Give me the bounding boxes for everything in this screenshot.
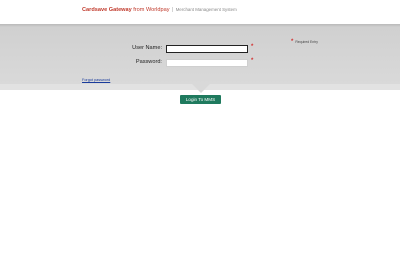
password-input[interactable] <box>166 59 248 67</box>
brand-name: Cardsave Gateway <box>82 7 132 13</box>
brand-subtitle: Merchant Management System <box>175 7 237 12</box>
login-button[interactable]: Login To MMS <box>180 95 221 104</box>
login-page: Cardsave Gateway from Worldpay | Merchan… <box>0 0 400 279</box>
login-band <box>0 24 400 84</box>
password-label: Password: <box>135 59 162 65</box>
band-pointer-arrow <box>192 84 210 93</box>
password-required-marker: * <box>251 58 254 64</box>
username-required-marker: * <box>251 44 254 50</box>
forgot-password-link[interactable]: Forgot password <box>82 78 110 82</box>
username-input[interactable] <box>166 45 248 53</box>
required-note-marker: * <box>291 39 294 45</box>
brand-separator: | <box>171 7 174 13</box>
brand-from: from Worldpay <box>133 7 170 13</box>
required-note-text: Required Entry <box>295 39 318 44</box>
brand-header: Cardsave Gateway from Worldpay | Merchan… <box>82 6 237 14</box>
username-label: User Name: <box>132 45 162 51</box>
required-entry-note: * Required Entry <box>291 39 318 45</box>
